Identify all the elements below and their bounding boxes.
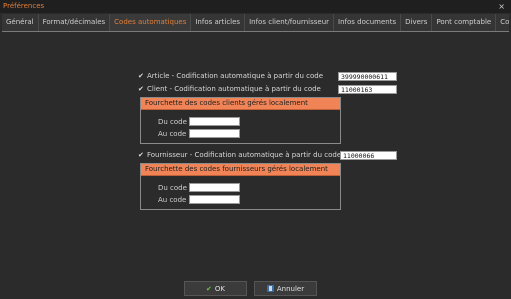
cancel-button[interactable]: Annuler: [254, 281, 317, 296]
codes-automatiques-panel: ✔ Article - Codification automatique à p…: [2, 32, 509, 276]
client-range-group: Fourchette des codes clients gérés local…: [140, 97, 341, 144]
tab-infos-articles[interactable]: Infos articles: [191, 14, 246, 31]
client-range-header: Fourchette des codes clients gérés local…: [141, 98, 340, 110]
door-exit-icon: [266, 285, 274, 292]
article-code-input[interactable]: 399990000611: [338, 72, 397, 81]
tab-infos-documents[interactable]: Infos documents: [334, 14, 402, 31]
client-from-label: Du code: [158, 118, 187, 126]
fournisseur-range-group: Fourchette des codes fournisseurs gérés …: [140, 163, 341, 210]
ok-button[interactable]: ✔ OK: [184, 281, 247, 296]
ok-label: OK: [214, 285, 225, 293]
client-code-input[interactable]: 11000163: [338, 85, 397, 94]
client-checkbox[interactable]: ✔: [138, 84, 145, 94]
dialog-footer: ✔ OK Annuler: [0, 276, 511, 299]
fournisseur-from-input[interactable]: [189, 183, 240, 192]
tab-general[interactable]: Général: [2, 14, 39, 31]
window-title: Préférences: [3, 2, 45, 10]
title-bar: Préférences ×: [0, 0, 511, 13]
tab-pont-comptable[interactable]: Pont comptable: [432, 14, 497, 31]
tab-codes-automatiques[interactable]: Codes automatiques: [110, 14, 192, 31]
fournisseur-row: ✔ Fournisseur - Codification automatique…: [138, 150, 341, 160]
tab-infos-client-fournisseur[interactable]: Infos client/fournisseur: [245, 14, 335, 31]
article-label: Article - Codification automatique à par…: [147, 72, 324, 80]
tab-divers[interactable]: Divers: [401, 14, 433, 31]
fournisseur-code-input[interactable]: 11000066: [340, 151, 397, 160]
tab-bar: Général Format/décimales Codes automatiq…: [2, 14, 509, 32]
close-icon[interactable]: ×: [498, 0, 505, 13]
fournisseur-to-input[interactable]: [189, 195, 240, 204]
tab-format-decimales[interactable]: Format/décimales: [39, 14, 111, 31]
client-from-input[interactable]: [189, 117, 240, 126]
fournisseur-checkbox[interactable]: ✔: [138, 150, 145, 160]
client-to-input[interactable]: [189, 129, 240, 138]
article-checkbox[interactable]: ✔: [138, 71, 145, 81]
fournisseur-range-header: Fourchette des codes fournisseurs gérés …: [141, 164, 340, 176]
fournisseur-label: Fournisseur - Codification automatique à…: [147, 151, 342, 159]
fournisseur-to-label: Au code: [158, 196, 187, 204]
tab-cod[interactable]: Cod: [496, 14, 509, 31]
check-icon: ✔: [206, 285, 212, 293]
fournisseur-from-label: Du code: [158, 184, 187, 192]
article-row: ✔ Article - Codification automatique à p…: [138, 71, 323, 81]
client-to-label: Au code: [158, 130, 187, 138]
cancel-label: Annuler: [276, 285, 305, 293]
client-row: ✔ Client - Codification automatique à pa…: [138, 84, 321, 94]
client-label: Client - Codification automatique à part…: [147, 85, 321, 93]
